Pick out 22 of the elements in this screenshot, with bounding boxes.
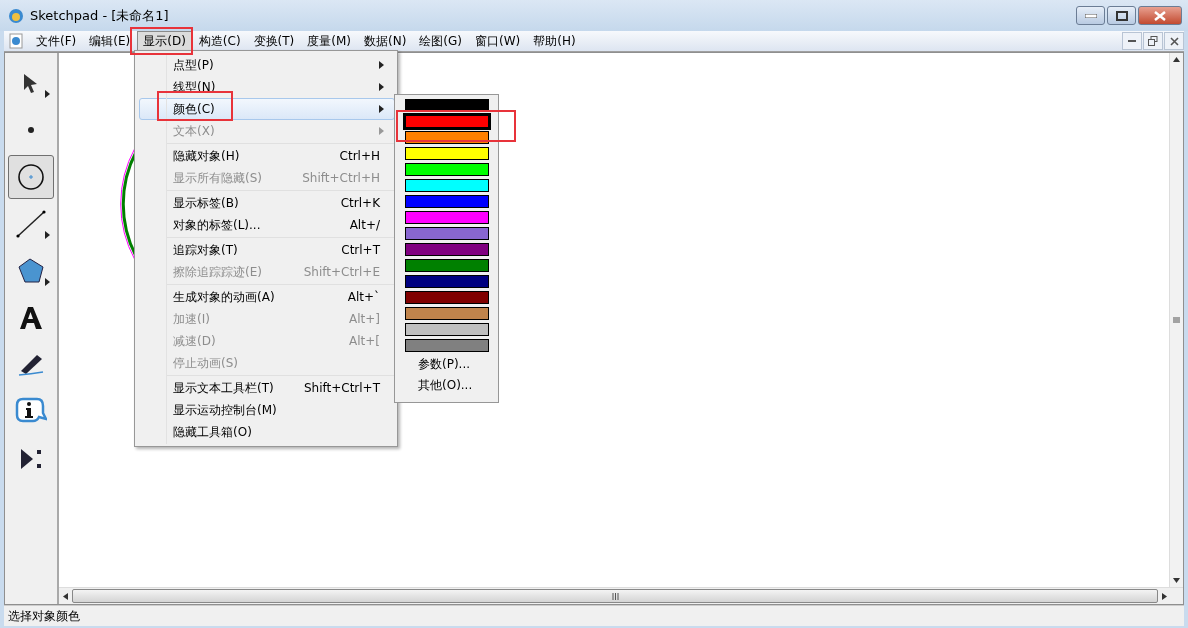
menu-entry[interactable]: 对象的标签(L)... Alt+/ bbox=[139, 214, 395, 236]
menu-entry[interactable]: 隐藏工具箱(O) bbox=[139, 421, 395, 443]
menu-item[interactable]: 帮助(H) bbox=[527, 30, 582, 52]
menu-item[interactable]: 文件(F) bbox=[30, 30, 83, 52]
menu-entry[interactable]: 点型(P) bbox=[139, 54, 395, 76]
menu-entry[interactable]: 追踪对象(T) Ctrl+T bbox=[139, 239, 395, 261]
menu-entry[interactable]: 显示标签(B) Ctrl+K bbox=[139, 192, 395, 214]
menu-item[interactable]: 数据(N) bbox=[358, 30, 413, 52]
menu-item[interactable]: 度量(M) bbox=[301, 30, 357, 52]
menu-entry[interactable]: 生成对象的动画(A) Alt+` bbox=[139, 286, 395, 308]
menu-item[interactable]: 构造(C) bbox=[192, 30, 247, 52]
menu-entry[interactable]: 参数(P)... bbox=[418, 354, 471, 375]
menu-entry[interactable]: 颜色(C) bbox=[139, 98, 395, 120]
menu-entry[interactable]: 其他(O)... bbox=[418, 375, 473, 396]
menu-entry[interactable]: 显示运动控制台(M) bbox=[139, 399, 395, 421]
menu-entry[interactable]: 隐藏对象(H) Ctrl+H bbox=[139, 145, 395, 167]
menu-item[interactable]: 绘图(G) bbox=[413, 30, 468, 52]
menu-item[interactable]: 窗口(W) bbox=[469, 30, 527, 52]
window-title: Sketchpad - [未命名1] bbox=[30, 6, 170, 25]
menu-item[interactable]: 变换(T) bbox=[247, 30, 301, 52]
status-text: 选择对象颜色 bbox=[8, 607, 80, 625]
menu-entry[interactable]: 显示文本工具栏(T) Shift+Ctrl+T bbox=[139, 377, 395, 399]
